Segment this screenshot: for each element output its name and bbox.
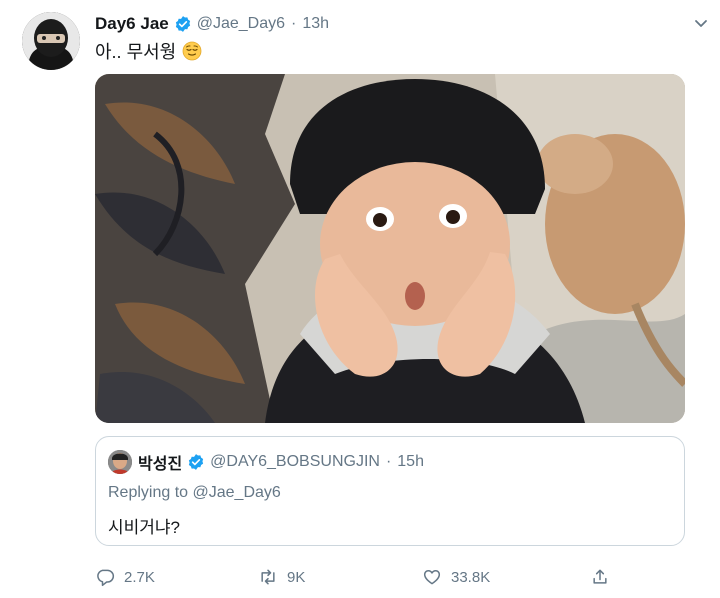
quoted-tweet[interactable]: 박성진 @DAY6_BOBSUNGJIN · 15h Replying to @… (95, 436, 685, 546)
tweet-action-bar: 2.7K 9K 33.8K (95, 565, 655, 589)
share-icon (593, 569, 607, 584)
quoted-author-display-name[interactable]: 박성진 (138, 450, 182, 474)
quoted-tweet-header: 박성진 @DAY6_BOBSUNGJIN · 15h (138, 451, 424, 473)
quoted-tweet-text: 시비거냐? (108, 518, 181, 537)
like-button[interactable]: 33.8K (422, 565, 490, 589)
relieved-face-icon (182, 41, 202, 61)
quoted-tweet-timestamp[interactable]: 15h (397, 453, 424, 471)
quoted-author-avatar[interactable] (108, 450, 132, 474)
heart-icon (423, 570, 441, 585)
quoted-author-handle[interactable]: @DAY6_BOBSUNGJIN (210, 453, 380, 471)
reply-button[interactable]: 2.7K (95, 565, 155, 589)
author-handle[interactable]: @Jae_Day6 (197, 15, 285, 33)
tweet: Day6 Jae @Jae_Day6 · 13h 아.. 무서웡 박성진 @DA… (0, 0, 720, 598)
header-separator: · (291, 15, 297, 32)
retweet-count: 9K (287, 568, 306, 586)
like-count: 33.8K (451, 568, 491, 586)
replying-to-prefix: Replying to (108, 484, 189, 501)
tweet-timestamp[interactable]: 13h (302, 15, 329, 33)
author-avatar[interactable] (22, 12, 80, 70)
verified-badge-icon (174, 15, 192, 33)
replying-to-line: Replying to @Jae_Day6 (108, 484, 281, 502)
reply-count: 2.7K (124, 568, 155, 586)
tweet-text: 아.. 무서웡 (95, 38, 202, 64)
retweet-button[interactable]: 9K (258, 565, 305, 589)
replying-to-mention[interactable]: @Jae_Day6 (193, 484, 281, 501)
verified-badge-icon (187, 453, 205, 471)
retweet-icon (261, 569, 275, 585)
share-button[interactable] (590, 565, 610, 589)
tweet-text-content: 아.. 무서웡 (95, 42, 177, 62)
reply-icon (97, 569, 115, 587)
quoted-header-separator: · (385, 453, 392, 470)
chevron-down-icon[interactable] (692, 14, 710, 32)
author-display-name[interactable]: Day6 Jae (95, 14, 169, 34)
tweet-header: Day6 Jae @Jae_Day6 · 13h (95, 13, 329, 35)
tweet-media-photo[interactable] (95, 74, 685, 423)
